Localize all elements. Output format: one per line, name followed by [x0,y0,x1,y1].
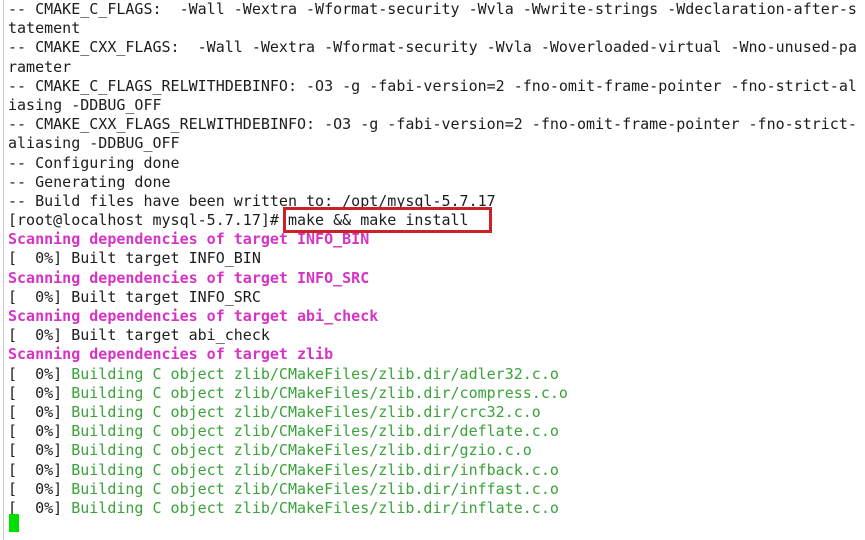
terminal-line-text: aliasing -DDBUG_OFF [8,134,180,153]
build-object-text: Building C object zlib/CMakeFiles/zlib.d… [71,460,559,479]
build-object-text: Building C object zlib/CMakeFiles/zlib.d… [71,402,541,421]
terminal-line: -- Configuring done [8,154,865,173]
terminal-line: [ 0%] Building C object zlib/CMakeFiles/… [8,461,865,480]
build-object-text: Building C object zlib/CMakeFiles/zlib.d… [71,383,568,402]
terminal-cursor [9,514,19,532]
terminal-line: Scanning dependencies of target INFO_BIN [8,230,865,249]
terminal-line: [ 0%] Building C object zlib/CMakeFiles/… [8,365,865,384]
terminal-line-text: -- CMAKE_C_FLAGS: -Wall -Wextra -Wformat… [8,0,857,18]
terminal-line: -- CMAKE_CXX_FLAGS_RELWITHDEBINFO: -O3 -… [8,115,865,134]
terminal-line: [ 0%] Built target INFO_SRC [8,288,865,307]
terminal-line-text: -- CMAKE_CXX_FLAGS_RELWITHDEBINFO: -O3 -… [8,115,857,134]
terminal-line: tatement [8,19,865,38]
terminal-line: -- CMAKE_C_FLAGS_RELWITHDEBINFO: -O3 -g … [8,77,865,96]
terminal-line-text: [ 0%] Built target INFO_SRC [8,287,261,306]
build-progress-prefix: [ 0%] [8,364,72,383]
terminal-line-text: [ 0%] Built target abi_check [8,326,270,345]
terminal-line: [ 0%] Building C object zlib/CMakeFiles/… [8,441,865,460]
scanning-dependencies-text: Scanning dependencies of target zlib [8,345,334,364]
terminal-line-text: -- CMAKE_C_FLAGS_RELWITHDEBINFO: -O3 -g … [8,76,857,95]
build-progress-prefix: [ 0%] [8,460,72,479]
terminal-line: [root@localhost mysql-5.7.17]# make && m… [8,211,865,230]
build-object-text: Building C object zlib/CMakeFiles/zlib.d… [71,498,559,517]
terminal-line: [ 0%] Building C object zlib/CMakeFiles/… [8,480,865,499]
terminal-line-text: -- Generating done [8,172,171,191]
build-progress-prefix: [ 0%] [8,383,72,402]
scanning-dependencies-text: Scanning dependencies of target abi_chec… [8,307,379,325]
terminal-line: -- Generating done [8,173,865,192]
terminal-line: Scanning dependencies of target INFO_SRC [8,269,865,288]
terminal-line-text: iasing -DDBUG_OFF [8,95,162,114]
build-progress-prefix: [ 0%] [8,441,72,460]
build-progress-prefix: [ 0%] [8,479,72,498]
terminal-line: [ 0%] Building C object zlib/CMakeFiles/… [8,403,865,422]
terminal-line: aliasing -DDBUG_OFF [8,134,865,153]
terminal-line: rameter [8,58,865,77]
terminal-line: [ 0%] Building C object zlib/CMakeFiles/… [8,499,865,518]
terminal-line: [ 0%] Built target INFO_BIN [8,249,865,268]
terminal-line-text: -- Configuring done [8,153,180,172]
terminal-line-text: [ 0%] Built target INFO_BIN [8,249,261,268]
terminal-line: Scanning dependencies of target abi_chec… [8,307,865,326]
terminal-output-area[interactable]: -- CMAKE_C_FLAGS: -Wall -Wextra -Wformat… [8,0,865,540]
terminal-window[interactable]: -- CMAKE_C_FLAGS: -Wall -Wextra -Wformat… [0,0,865,540]
terminal-line-text: -- Build files have been written to: /op… [8,191,496,210]
build-progress-prefix: [ 0%] [8,422,72,441]
terminal-line: -- CMAKE_CXX_FLAGS: -Wall -Wextra -Wform… [8,38,865,57]
terminal-line-text: [root@localhost mysql-5.7.17]# make && m… [8,211,469,230]
scanning-dependencies-text: Scanning dependencies of target INFO_BIN [8,230,370,249]
terminal-line: [ 0%] Building C object zlib/CMakeFiles/… [8,384,865,403]
build-progress-prefix: [ 0%] [8,402,72,421]
terminal-line: -- Build files have been written to: /op… [8,192,865,211]
window-left-border [3,0,4,540]
terminal-line-text: -- CMAKE_CXX_FLAGS: -Wall -Wextra -Wform… [8,38,857,57]
terminal-line-text: rameter [8,57,72,76]
build-object-text: Building C object zlib/CMakeFiles/zlib.d… [71,479,559,498]
scanning-dependencies-text: Scanning dependencies of target INFO_SRC [8,268,370,287]
terminal-line: [ 0%] Built target abi_check [8,326,865,345]
terminal-line: -- CMAKE_C_FLAGS: -Wall -Wextra -Wformat… [8,0,865,19]
terminal-line: iasing -DDBUG_OFF [8,96,865,115]
terminal-line-text: tatement [8,19,81,38]
build-object-text: Building C object zlib/CMakeFiles/zlib.d… [71,364,559,383]
build-object-text: Building C object zlib/CMakeFiles/zlib.d… [71,422,559,441]
build-object-text: Building C object zlib/CMakeFiles/zlib.d… [71,441,532,460]
terminal-line: Scanning dependencies of target zlib [8,345,865,364]
terminal-line: [ 0%] Building C object zlib/CMakeFiles/… [8,422,865,441]
